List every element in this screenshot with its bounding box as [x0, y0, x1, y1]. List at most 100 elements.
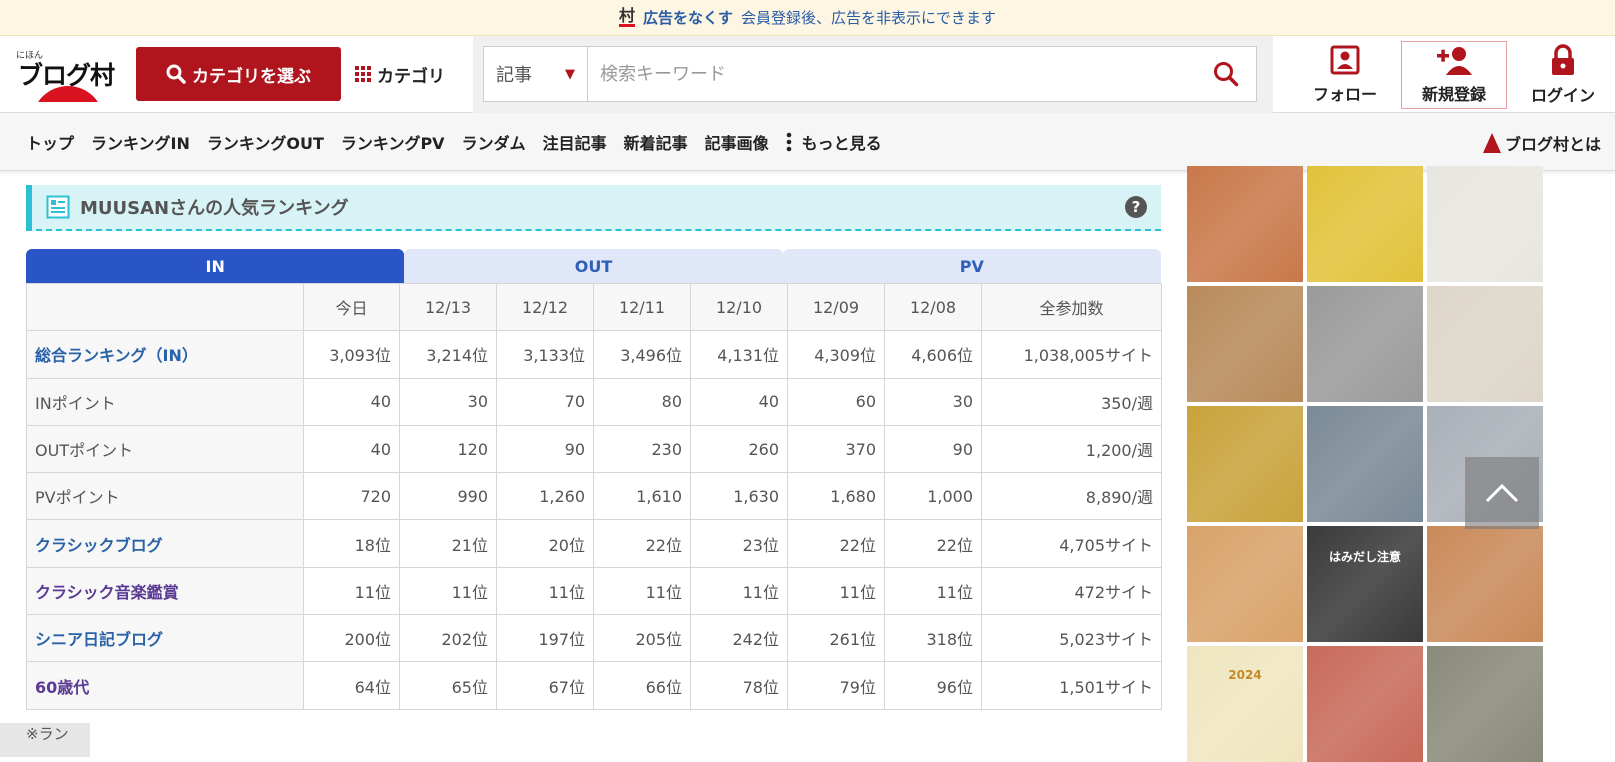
- table-cell: 20位: [496, 519, 594, 568]
- nav-article-images[interactable]: 記事画像: [705, 130, 769, 154]
- thumb-shop-building[interactable]: [1307, 286, 1423, 402]
- row-label[interactable]: 総合ランキング（IN）: [26, 330, 304, 379]
- table-cell: 65位: [399, 661, 497, 710]
- lock-icon: [1552, 43, 1574, 75]
- table-cell: 3,093位: [303, 330, 400, 379]
- column-header: 12/13: [399, 282, 497, 332]
- thumb-snacks[interactable]: [1307, 646, 1423, 762]
- thumb-railway[interactable]: [1427, 646, 1543, 762]
- thumb-newspaper[interactable]: [1427, 166, 1543, 282]
- column-header: 全参加数: [981, 282, 1162, 332]
- scroll-to-top-button[interactable]: [1465, 457, 1539, 529]
- table-cell: 4,309位: [787, 330, 885, 379]
- table-cell: 90: [884, 424, 982, 474]
- tab-in[interactable]: IN: [26, 249, 405, 283]
- column-header: 12/09: [787, 282, 885, 332]
- table-cell: 472サイト: [981, 566, 1162, 616]
- blogmura-logo[interactable]: にほん ブログ村: [14, 44, 134, 104]
- article-image-gallery: はみだし注意 2024: [1187, 166, 1615, 762]
- chevron-up-icon: [1485, 483, 1519, 503]
- thumb-spaghetti[interactable]: [1187, 166, 1303, 282]
- table-cell: 60: [787, 377, 885, 426]
- help-icon[interactable]: ?: [1125, 196, 1147, 218]
- table-cell: 242位: [690, 614, 788, 663]
- search-button[interactable]: [1196, 47, 1256, 101]
- table-cell: 3,133位: [496, 330, 594, 379]
- thumb-caption: 2024: [1228, 668, 1262, 682]
- ad-bar: 村 広告をなくす 会員登録後、広告を非表示にできます: [0, 0, 1615, 36]
- tab-pv[interactable]: PV: [782, 249, 1161, 283]
- table-cell: 261位: [787, 614, 885, 663]
- table-row: 総合ランキング（IN） 3,093位 3,214位 3,133位 3,496位 4,131…: [26, 330, 1162, 379]
- thumb-yakisoba[interactable]: [1427, 526, 1543, 642]
- table-cell: 11位: [496, 566, 594, 616]
- ranking-doc-icon: [46, 195, 70, 219]
- thumb-newspaper-2[interactable]: [1427, 286, 1543, 402]
- table-cell: 79位: [787, 661, 885, 710]
- nav-top[interactable]: トップ: [26, 130, 74, 154]
- thumb-train-door[interactable]: [1187, 406, 1303, 522]
- thumb-hamidashi[interactable]: はみだし注意: [1307, 526, 1423, 642]
- table-cell: 720: [303, 472, 400, 521]
- nav-featured-articles[interactable]: 注目記事: [543, 130, 607, 154]
- nav-about[interactable]: ブログ村とは: [1482, 131, 1601, 155]
- register-button[interactable]: 新規登録: [1401, 40, 1507, 109]
- remove-ads-note[interactable]: 会員登録後、広告を非表示にできます: [741, 7, 996, 28]
- row-label[interactable]: クラシックブログ: [26, 519, 304, 568]
- table-cell: 1,680: [787, 472, 885, 521]
- row-label[interactable]: シニア日記ブログ: [26, 614, 304, 663]
- table-row: OUTポイント 40 120 90 230 260 370 90 1,200/週: [26, 424, 1162, 474]
- nav-new-articles[interactable]: 新着記事: [624, 130, 688, 154]
- table-cell: 1,501サイト: [981, 661, 1162, 710]
- table-cell: 70: [496, 377, 594, 426]
- table-cell: 260: [690, 424, 788, 474]
- nav-ranking-in[interactable]: ランキングIN: [91, 130, 190, 154]
- row-label[interactable]: クラシック音楽鑑賞: [26, 566, 304, 616]
- thumb-phones-sale[interactable]: [1187, 526, 1303, 642]
- table-cell: 11位: [399, 566, 497, 616]
- thumb-store-shelf[interactable]: [1307, 406, 1423, 522]
- person-card-icon: [1330, 45, 1360, 74]
- thumb-train-interior[interactable]: [1307, 166, 1423, 282]
- table-cell: 64位: [303, 661, 400, 710]
- ranking-header: MUUSANさんの人気ランキング ?: [26, 185, 1161, 231]
- site-header: にほん ブログ村 カテゴリを選ぶ カテゴリ 記事 ▼ フォロー 新規登録: [0, 35, 1615, 113]
- table-cell: 8,890/週: [981, 472, 1162, 521]
- nav-random[interactable]: ランダム: [462, 130, 526, 154]
- table-cell: 5,023サイト: [981, 614, 1162, 663]
- nav-ranking-out[interactable]: ランキングOUT: [207, 130, 324, 154]
- table-cell: 40: [303, 424, 400, 474]
- table-row: 60歳代 64位 65位 67位 66位 78位 79位 96位 1,501サイト: [26, 661, 1162, 710]
- table-row: INポイント 40 30 70 80 40 60 30 350/週: [26, 377, 1162, 426]
- register-label: 新規登録: [1421, 84, 1486, 104]
- table-cell: 11位: [593, 566, 691, 616]
- ranking-section: MUUSANさんの人気ランキング ? IN OUT PV 今日 12/13 12…: [26, 185, 1162, 710]
- table-cell: 1,630: [690, 472, 788, 521]
- thumb-noodle-soup[interactable]: [1187, 286, 1303, 402]
- login-button[interactable]: ログイン: [1511, 41, 1615, 109]
- thumb-calendar[interactable]: 2024: [1187, 646, 1303, 762]
- table-cell: 66位: [593, 661, 691, 710]
- remove-ads-link[interactable]: 広告をなくす: [643, 7, 733, 28]
- tab-out[interactable]: OUT: [404, 249, 783, 283]
- row-label[interactable]: 60歳代: [26, 661, 304, 710]
- header-user-buttons: フォロー 新規登録 ログイン: [1293, 36, 1615, 113]
- table-cell: 318位: [884, 614, 982, 663]
- table-cell: 1,038,005サイト: [981, 330, 1162, 379]
- thumb-caption: はみだし注意: [1328, 550, 1401, 564]
- column-header: 12/08: [884, 282, 982, 332]
- follow-button[interactable]: フォロー: [1293, 41, 1397, 109]
- table-cell: 4,705サイト: [981, 519, 1162, 568]
- nav-ranking-pv[interactable]: ランキングPV: [341, 130, 445, 154]
- column-header: 今日: [303, 282, 400, 332]
- row-label: PVポイント: [26, 472, 304, 521]
- table-cell: 22位: [593, 519, 691, 568]
- logo-text: ブログ村: [18, 61, 115, 90]
- table-row: PVポイント 720 990 1,260 1,610 1,630 1,680 1,000 8,8…: [26, 472, 1162, 521]
- table-row: シニア日記ブログ 200位 202位 197位 205位 242位 261位 318位 5,02…: [26, 614, 1162, 663]
- table-cell: 40: [690, 377, 788, 426]
- table-cell: 22位: [884, 519, 982, 568]
- login-label: ログイン: [1530, 85, 1595, 105]
- ranking-footnote: ※ラン: [26, 725, 69, 743]
- nav-more[interactable]: もっと見る: [786, 130, 882, 154]
